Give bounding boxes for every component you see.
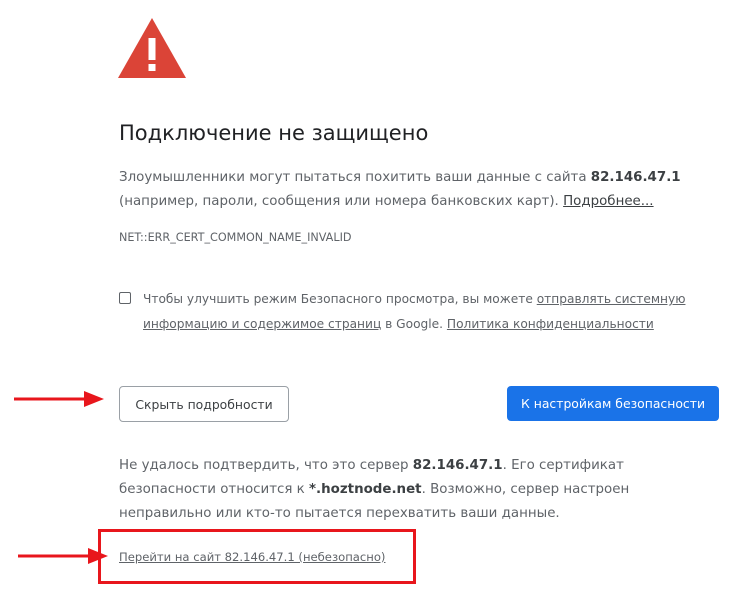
page-title: Подключение не защищено	[119, 121, 429, 145]
proceed-unsafe-link[interactable]: Перейти на сайт 82.146.47.1 (небезопасно…	[119, 550, 385, 564]
optin-part2: в Google.	[385, 317, 444, 331]
main-message: Злоумышленники могут пытаться похитить в…	[119, 166, 719, 214]
safe-browsing-optin-text: Чтобы улучшить режим Безопасного просмот…	[143, 287, 703, 337]
red-arrow-icon	[14, 391, 104, 407]
warning-triangle-icon	[118, 18, 186, 78]
privacy-policy-link[interactable]: Политика конфиденциальности	[447, 317, 654, 331]
red-arrow-icon	[18, 548, 108, 564]
learn-more-link[interactable]: Подробнее...	[563, 194, 653, 209]
details-part1: Не удалось подтвердить, что это сервер	[119, 458, 409, 473]
main-message-part2: (например, пароли, сообщения или номера …	[119, 194, 559, 209]
safe-browsing-checkbox[interactable]	[119, 292, 131, 304]
details-message: Не удалось подтвердить, что это сервер 8…	[119, 454, 679, 526]
main-message-host: 82.146.47.1	[590, 170, 681, 185]
optin-part1: Чтобы улучшить режим Безопасного просмот…	[143, 292, 533, 306]
details-cert-domain: *.hoztnode.net	[309, 482, 422, 497]
hide-details-button[interactable]: Скрыть подробности	[119, 386, 289, 422]
back-to-safety-button[interactable]: К настройкам безопасности	[507, 386, 719, 421]
main-message-part1: Злоумышленники могут пытаться похитить в…	[119, 170, 587, 185]
error-code: NET::ERR_CERT_COMMON_NAME_INVALID	[119, 231, 352, 244]
details-host: 82.146.47.1	[412, 458, 503, 473]
